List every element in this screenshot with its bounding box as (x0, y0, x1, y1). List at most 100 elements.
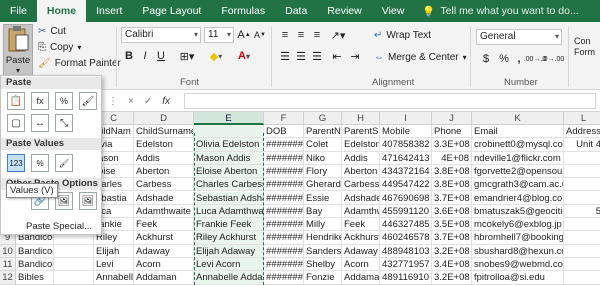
column-header-l[interactable]: L (564, 112, 600, 125)
tab-page-layout[interactable]: Page Layout (132, 0, 211, 22)
cell-f[interactable]: ####### (264, 178, 304, 192)
cell-d[interactable]: Adaway (134, 244, 194, 258)
cell-f[interactable]: ####### (264, 138, 304, 152)
cell-b[interactable] (54, 271, 94, 285)
cell-h[interactable]: Aberton (342, 164, 380, 179)
cell-g[interactable]: Milly (304, 218, 342, 232)
align-center-icon[interactable]: ☰ (294, 48, 308, 64)
paste-icon[interactable]: 📋 (7, 92, 25, 110)
cell-j[interactable]: 4E+08 (432, 151, 472, 165)
header-cell-g[interactable]: ParentNa (304, 125, 342, 139)
cell-d[interactable]: Addaman (134, 271, 194, 285)
column-header-k[interactable]: K (472, 112, 564, 125)
cell-a[interactable]: Bandicoo (16, 244, 54, 258)
conditional-formatting-button[interactable]: Con Form (574, 32, 600, 62)
cell-k[interactable]: bmatuszak5@geocitie (472, 204, 564, 219)
cell-i[interactable]: 467690698 (380, 191, 432, 205)
column-header-i[interactable]: I (380, 112, 432, 125)
cell-d[interactable]: Acorn (134, 258, 194, 272)
cell-i[interactable]: 471642413 (380, 151, 432, 165)
cell-i[interactable]: 449547422 (380, 178, 432, 192)
cell-f[interactable]: ####### (264, 271, 304, 285)
cell-k[interactable]: mcokely6@exblog.jp (472, 218, 564, 232)
merge-center-button[interactable]: ⇔ Merge & Center ▾ (374, 52, 467, 63)
paste-linked-picture-icon[interactable]: 🖼 (79, 192, 97, 210)
cell-j[interactable]: 3.6E+08 (432, 204, 472, 219)
cell-h[interactable]: Acorn (342, 258, 380, 272)
cell-h[interactable]: Addis (342, 151, 380, 165)
cell-j[interactable]: 3.8E+08 (432, 164, 472, 179)
cell-h[interactable]: Carbess (342, 178, 380, 192)
cell-a[interactable]: Bibles (16, 271, 54, 285)
cell-d[interactable]: Adamthwaite (134, 204, 194, 219)
cell-d[interactable]: Aberton (134, 164, 194, 179)
decrease-font-icon[interactable]: A ▼ (254, 27, 266, 43)
comma-style-icon[interactable]: , (514, 51, 524, 67)
currency-icon[interactable]: $ (478, 51, 494, 67)
borders-icon[interactable]: ⊞▾ (176, 48, 198, 64)
cell-f[interactable]: ####### (264, 204, 304, 219)
cell-l[interactable] (564, 245, 600, 258)
cell-g[interactable]: Shelby (304, 258, 342, 272)
cell-h[interactable]: Adshade (342, 191, 380, 205)
cell-b[interactable] (54, 244, 94, 258)
cell-k[interactable]: gmcgrath3@cam.ac.uk (472, 178, 564, 192)
column-header-h[interactable]: H (342, 112, 380, 125)
cell-j[interactable]: 3.7E+08 (432, 231, 472, 245)
tab-file[interactable]: File (0, 0, 37, 22)
paste-keep-source-format-icon[interactable]: 🖌 (79, 92, 97, 110)
cancel-icon[interactable]: × (128, 96, 134, 107)
tab-home[interactable]: Home (36, 0, 87, 22)
cell-k[interactable]: snobes9@webmd.com (472, 258, 564, 272)
header-cell-j[interactable]: Phone (432, 125, 472, 139)
cell-c[interactable]: Annabell (94, 271, 134, 285)
header-cell-i[interactable]: Mobile (380, 125, 432, 139)
header-cell-d[interactable]: ChildSurname (134, 125, 194, 139)
paste-picture-icon[interactable]: 🖼 (55, 192, 73, 210)
fill-color-icon[interactable]: ◆ ▾ (204, 48, 228, 64)
copy-button[interactable]: ⎘ Copy ▾ (38, 42, 81, 53)
increase-decimal-icon[interactable]: .00→.0 (524, 51, 547, 67)
cell-i[interactable]: 489116910 (380, 271, 432, 285)
cell-h[interactable]: Edelston (342, 138, 380, 152)
align-middle-icon[interactable]: ≡ (294, 27, 308, 43)
cell-j[interactable]: 3.7E+08 (432, 191, 472, 205)
cell-l[interactable] (564, 231, 600, 245)
cell-f[interactable]: ####### (264, 191, 304, 205)
paste-keep-column-widths-icon[interactable]: ↔ (31, 114, 49, 132)
cell-d[interactable]: Ackhurst (134, 231, 194, 245)
increase-indent-icon[interactable]: ⇥ (348, 48, 362, 64)
tell-me-box[interactable]: 💡 Tell me what you want to do... (422, 5, 578, 18)
font-size-select[interactable]: 11 ▾ (204, 27, 234, 43)
align-right-icon[interactable]: ☰ (310, 48, 324, 64)
column-header-j[interactable]: J (432, 112, 472, 125)
cell-h[interactable]: Ackhurst (342, 231, 380, 245)
cell-l[interactable] (564, 271, 600, 285)
cell-f[interactable]: ####### (264, 164, 304, 179)
cell-h[interactable]: Feek (342, 218, 380, 232)
cell-b[interactable] (54, 258, 94, 272)
column-header-d[interactable]: D (134, 112, 194, 125)
wrap-text-button[interactable]: ↵ Wrap Text (374, 30, 431, 41)
cell-j[interactable]: 3.3E+08 (432, 138, 472, 152)
cell-j[interactable]: 3.2E+08 (432, 271, 472, 285)
cell-l[interactable] (564, 258, 600, 272)
cell-i[interactable]: 488948103 (380, 244, 432, 258)
tab-formulas[interactable]: Formulas (211, 0, 275, 22)
row-header-10[interactable]: 10 (0, 244, 16, 258)
font-name-select[interactable]: Calibri ▾ (121, 27, 201, 43)
cell-c[interactable]: Elijah (94, 244, 134, 258)
cell-k[interactable]: sbushard8@hexun.com (472, 244, 564, 258)
cell-l[interactable]: Unit 4 (564, 138, 600, 152)
orientation-icon[interactable]: ↗▾ (328, 27, 348, 43)
cell-l[interactable] (564, 218, 600, 232)
cell-i[interactable]: 407858382 (380, 138, 432, 152)
cut-button[interactable]: ✂ Cut (38, 26, 66, 37)
align-top-icon[interactable]: ≡ (278, 27, 292, 43)
cell-g[interactable]: Essie (304, 191, 342, 205)
cell-h[interactable]: Adamthw (342, 204, 380, 219)
cell-k[interactable]: ndeville1@flickr.com (472, 151, 564, 165)
column-header-g[interactable]: G (304, 112, 342, 125)
header-cell-l[interactable]: Address1 (564, 125, 600, 139)
cell-l[interactable] (564, 165, 600, 179)
